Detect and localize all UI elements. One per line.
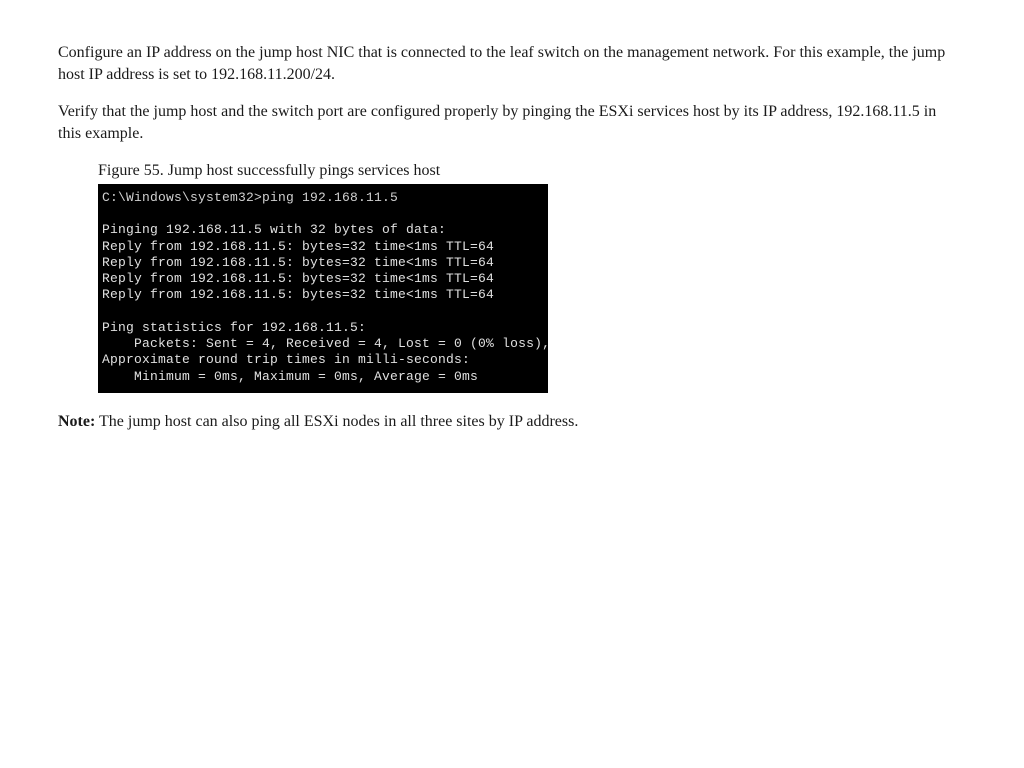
note-label: Note: bbox=[58, 413, 95, 430]
note-text: The jump host can also ping all ESXi nod… bbox=[95, 413, 578, 430]
note-paragraph: Note: The jump host can also ping all ES… bbox=[58, 411, 953, 433]
terminal-stats: Ping statistics for 192.168.11.5: bbox=[102, 320, 366, 335]
terminal-prompt: C:\Windows\system32>ping 192.168.11.5 bbox=[102, 190, 398, 205]
terminal-reply: Reply from 192.168.11.5: bytes=32 time<1… bbox=[102, 287, 494, 302]
terminal-stats: Approximate round trip times in milli-se… bbox=[102, 352, 470, 367]
terminal-stats: Minimum = 0ms, Maximum = 0ms, Average = … bbox=[102, 369, 478, 384]
paragraph-verify-ping: Verify that the jump host and the switch… bbox=[58, 101, 953, 144]
terminal-reply: Reply from 192.168.11.5: bytes=32 time<1… bbox=[102, 239, 494, 254]
terminal-reply: Reply from 192.168.11.5: bytes=32 time<1… bbox=[102, 271, 494, 286]
paragraph-configure-ip: Configure an IP address on the jump host… bbox=[58, 42, 953, 85]
terminal-stats: Packets: Sent = 4, Received = 4, Lost = … bbox=[102, 336, 550, 351]
terminal-reply: Reply from 192.168.11.5: bytes=32 time<1… bbox=[102, 255, 494, 270]
terminal-line: Pinging 192.168.11.5 with 32 bytes of da… bbox=[102, 222, 446, 237]
terminal-window: C:\Windows\system32>ping 192.168.11.5 Pi… bbox=[98, 184, 548, 393]
figure-block: Figure 55. Jump host successfully pings … bbox=[98, 160, 966, 393]
figure-caption: Figure 55. Jump host successfully pings … bbox=[98, 160, 966, 182]
